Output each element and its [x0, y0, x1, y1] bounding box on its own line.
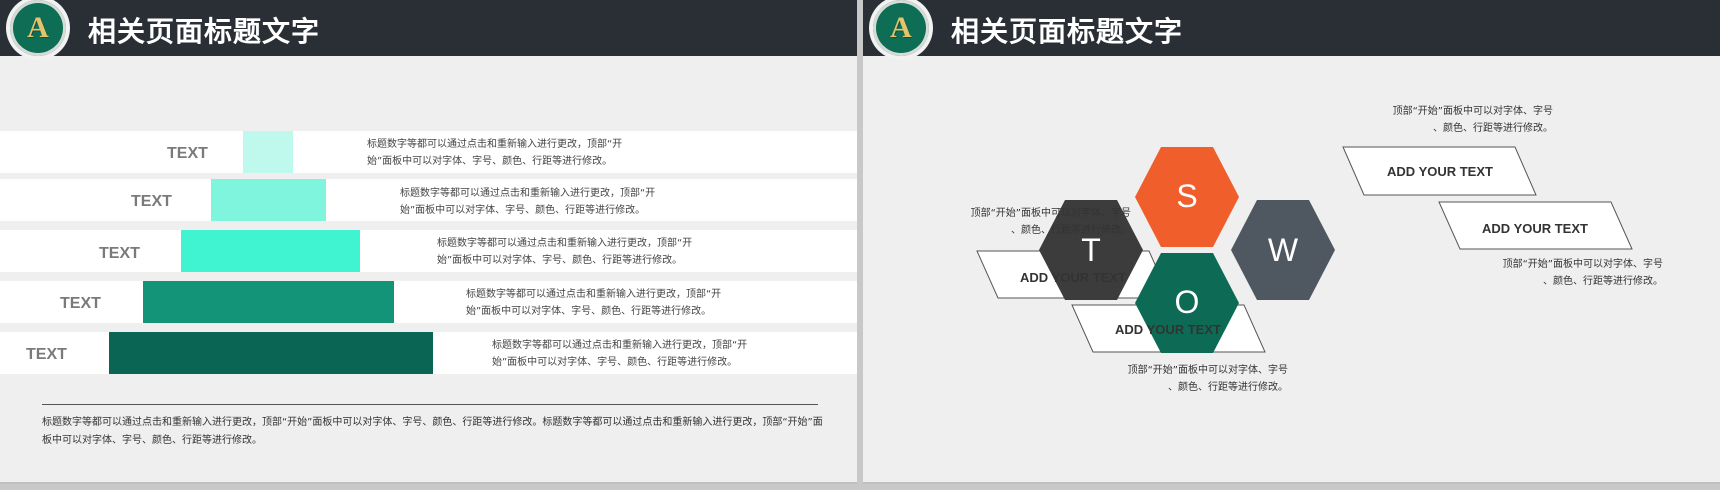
bar[interactable] [181, 230, 360, 272]
swot-description-t[interactable]: 顶部“开始”面板中可以对字体、字号 、颜色、行距等进行修改。 [931, 205, 1131, 239]
banner-t-text[interactable]: ADD YOUR TEXT [1020, 270, 1126, 285]
summary-text[interactable]: 标题数字等都可以通过点击和重新输入进行更改，顶部“开始”面板中可以对字体、字号、… [42, 414, 832, 450]
bar-label[interactable]: TEXT [131, 193, 172, 211]
bar-description[interactable]: 标题数字等都可以通过点击和重新输入进行更改，顶部“开 始”面板中可以对字体、字号… [437, 235, 737, 269]
slide-right: A 相关页面标题文字 T S W O ADD YOUR TEXT ADD YOU… [863, 0, 1720, 484]
bar[interactable] [109, 332, 433, 374]
slide-footer-strip [863, 482, 1720, 484]
banner-s-text[interactable]: ADD YOUR TEXT [1387, 164, 1493, 179]
divider [42, 404, 818, 405]
slide-left: A 相关页面标题文字 TEXT 标题数字等都可以通过点击和重新输入进行更改，顶部… [0, 0, 857, 484]
logo-letter: A [27, 11, 49, 44]
bar-description[interactable]: 标题数字等都可以通过点击和重新输入进行更改，顶部“开 始”面板中可以对字体、字号… [466, 286, 766, 320]
banner-o-text[interactable]: ADD YOUR TEXT [1115, 322, 1221, 337]
swot-letter-w: W [1268, 232, 1299, 268]
bar[interactable] [243, 131, 293, 173]
bar-description[interactable]: 标题数字等都可以通过点击和重新输入进行更改，顶部“开 始”面板中可以对字体、字号… [367, 136, 667, 170]
swot-description-w[interactable]: 顶部“开始”面板中可以对字体、字号 、颜色、行距等进行修改。 [1463, 256, 1663, 290]
bar-label[interactable]: TEXT [26, 346, 67, 364]
bar-description[interactable]: 标题数字等都可以通过点击和重新输入进行更改，顶部“开 始”面板中可以对字体、字号… [492, 337, 792, 371]
banner-w-text[interactable]: ADD YOUR TEXT [1482, 221, 1588, 236]
swot-letter-s: S [1176, 178, 1197, 214]
swot-letter-o: O [1175, 284, 1200, 320]
bar-label[interactable]: TEXT [99, 245, 140, 263]
swot-description-s[interactable]: 顶部“开始”面板中可以对字体、字号 、颜色、行距等进行修改。 [1353, 103, 1553, 137]
logo: A [6, 0, 70, 60]
bar[interactable] [211, 179, 326, 221]
page-title[interactable]: 相关页面标题文字 [88, 10, 320, 50]
bar-description[interactable]: 标题数字等都可以通过点击和重新输入进行更改，顶部“开 始”面板中可以对字体、字号… [400, 185, 700, 219]
swot-description-o[interactable]: 顶部“开始”面板中可以对字体、字号 、颜色、行距等进行修改。 [1088, 362, 1288, 396]
bar-label[interactable]: TEXT [167, 145, 208, 163]
slide-header: A 相关页面标题文字 [0, 0, 857, 60]
slide-footer-strip [0, 482, 857, 484]
swot-diagram: T S W O ADD YOUR TEXT ADD YOUR TEXT ADD … [976, 146, 1633, 353]
bar-label[interactable]: TEXT [60, 295, 101, 313]
bar[interactable] [143, 281, 394, 323]
